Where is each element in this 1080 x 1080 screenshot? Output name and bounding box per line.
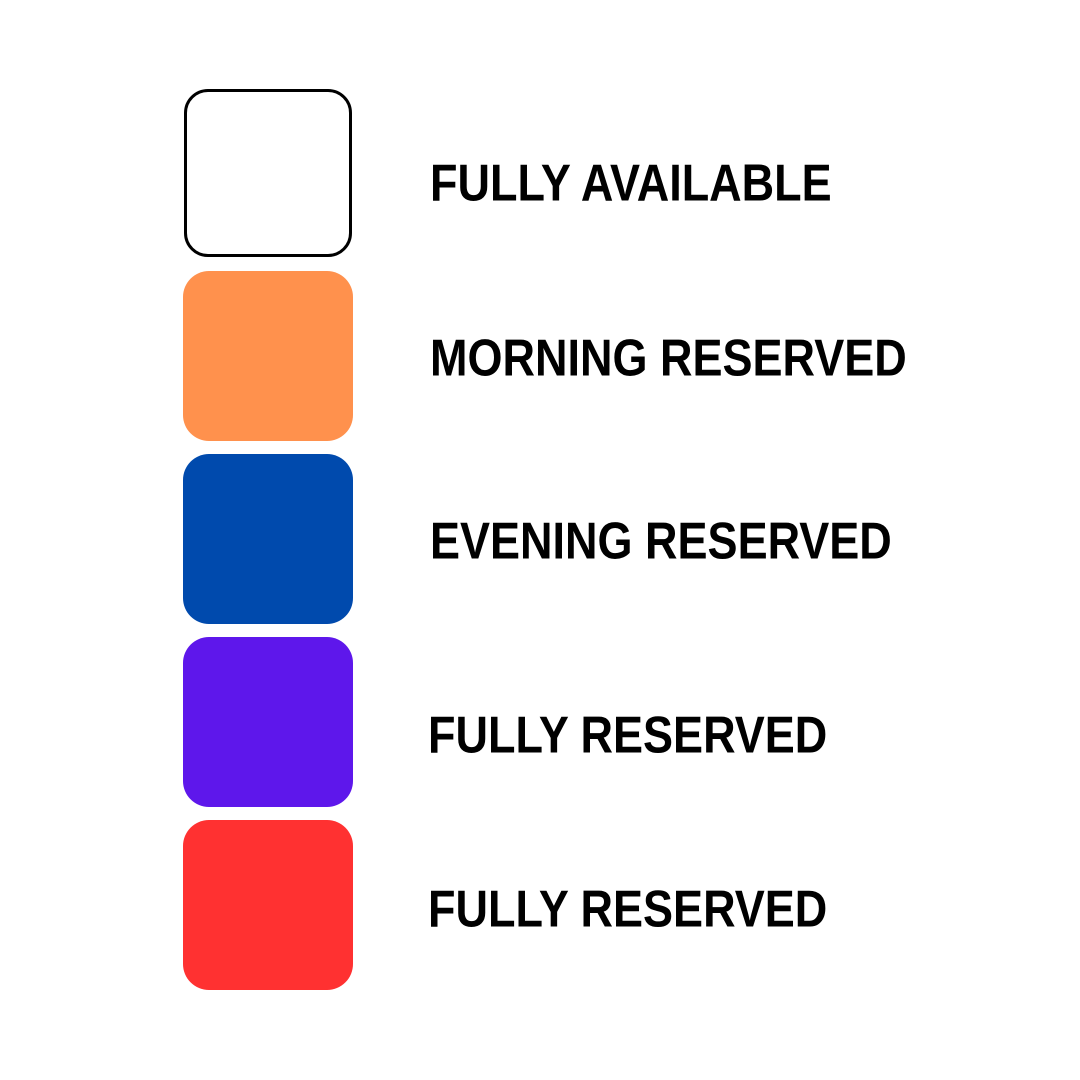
- label-morning-reserved: MORNING RESERVED: [430, 328, 907, 387]
- label-fully-reserved-purple: FULLY RESERVED: [428, 705, 828, 764]
- label-evening-reserved: EVENING RESERVED: [430, 511, 892, 570]
- swatch-fully-reserved-red: [183, 820, 353, 990]
- swatch-evening-reserved: [183, 454, 353, 624]
- label-fully-available: FULLY AVAILABLE: [430, 153, 832, 212]
- swatch-fully-available: [184, 89, 352, 257]
- swatch-morning-reserved: [183, 271, 353, 441]
- swatch-fully-reserved-purple: [183, 637, 353, 807]
- label-fully-reserved-red: FULLY RESERVED: [428, 879, 828, 938]
